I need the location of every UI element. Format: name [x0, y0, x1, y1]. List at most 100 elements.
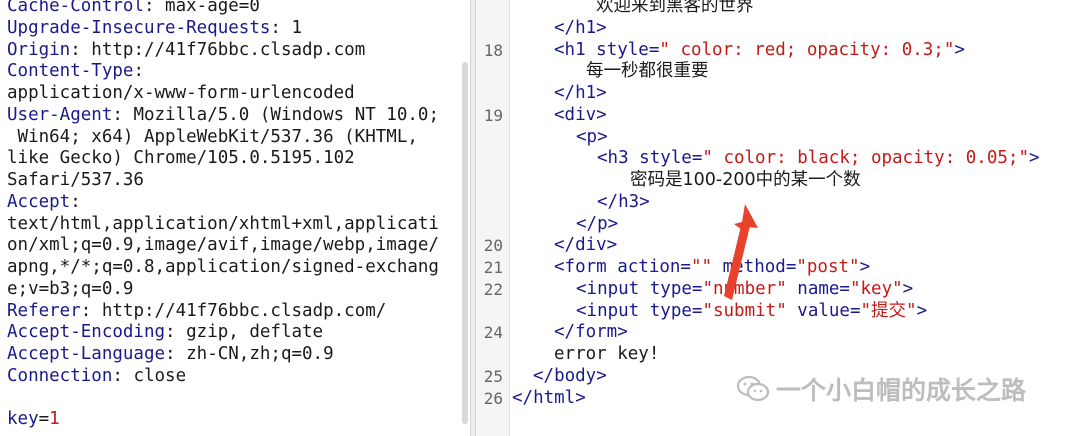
- header-value: http://41f76bbc.clsadp.com: [80, 39, 366, 60]
- code-tag: >: [1029, 148, 1040, 169]
- line-number: [476, 18, 509, 40]
- code-line: 密码是100-200中的某一个数: [512, 170, 1080, 192]
- code-string: "": [690, 257, 713, 277]
- request-line: application/x-www-form-urlencoded: [7, 83, 459, 105]
- code-line: 欢迎来到黑客的世界: [512, 0, 1080, 18]
- header-value: on/xml;q=0.9,image/avif,image/webp,image…: [7, 235, 439, 256]
- line-number: 24: [483, 323, 503, 343]
- line-number-gutter: 18 19 20 21 22 24 25 26: [476, 0, 510, 436]
- code-attr: type=: [649, 300, 703, 321]
- code-string: "提交": [860, 300, 917, 321]
- header-name: Referer: [7, 300, 81, 321]
- code-tag: <input: [576, 300, 650, 321]
- annotation-arrow: [724, 204, 758, 300]
- line-number: [476, 170, 509, 192]
- header-colon: :: [70, 39, 81, 60]
- line-number: [476, 0, 509, 18]
- request-line: Accept-Encoding: gzip, deflate: [7, 322, 459, 344]
- line-number: [476, 83, 509, 105]
- header-colon: :: [133, 61, 144, 82]
- request-headers[interactable]: Cache-Control: max-age=0 Upgrade-Insecure…: [7, 0, 459, 431]
- header-name: Accept-Language: [7, 344, 166, 364]
- header-value: e;v=b3;q=0.9: [7, 278, 134, 299]
- code-tag: </body>: [533, 365, 607, 386]
- line-number: 25: [483, 366, 503, 386]
- header-name: Origin: [7, 39, 71, 60]
- header-colon: :: [165, 322, 176, 343]
- request-line: like Gecko) Chrome/105.0.5195.102: [7, 148, 459, 170]
- code-tag: <h3: [597, 148, 640, 169]
- watermark: 一个小白帽的成长之路: [736, 372, 1026, 406]
- line-number: 21: [483, 258, 503, 277]
- line-number: [476, 61, 509, 83]
- request-scrollbar[interactable]: [462, 62, 468, 424]
- line-number: [476, 192, 509, 214]
- wechat-icon: [736, 375, 770, 402]
- header-name: Connection: [7, 365, 113, 386]
- header-value: 1: [280, 17, 303, 38]
- code-tag: <div>: [554, 104, 607, 125]
- header-value: close: [122, 365, 187, 386]
- request-line: User-Agent: Mozilla/5.0 (Windows NT 10.0…: [7, 105, 459, 127]
- body-key: key: [7, 409, 39, 430]
- header-value: application/x-www-form-urlencoded: [7, 83, 355, 103]
- request-line: on/xml;q=0.9,image/avif,image/webp,image…: [7, 235, 459, 257]
- line-number: 18: [483, 40, 503, 60]
- line-number: [476, 127, 509, 149]
- code-attr: style=: [596, 39, 660, 60]
- code-line: <h3 style=" color: black; opacity: 0.05;…: [512, 148, 1080, 170]
- line-number: [476, 344, 509, 366]
- request-line: Cache-Control: max-age=0: [7, 0, 459, 18]
- code-tag: </html>: [512, 387, 586, 408]
- code-line: </div>: [512, 235, 1080, 257]
- header-name: Accept-Encoding: [7, 322, 166, 343]
- header-value: Mozilla/5.0 (Windows NT 10.0;: [122, 104, 439, 125]
- header-name: Upgrade-Insecure-Requests: [7, 17, 271, 38]
- header-value: zh-CN,zh;q=0.9: [175, 344, 334, 364]
- header-colon: :: [112, 365, 123, 386]
- code-text: 每一秒都很重要: [586, 61, 709, 82]
- code-line: <p>: [512, 127, 1080, 149]
- header-colon: :: [270, 17, 281, 38]
- header-value: max-age=0: [154, 0, 260, 16]
- code-tag: <form: [554, 257, 618, 277]
- code-tag: >: [902, 278, 914, 299]
- code-line: 每一秒都很重要: [512, 61, 1080, 83]
- response-code[interactable]: 欢迎来到黑客的世界 </h1> <h1 style=" color: red; …: [512, 0, 1080, 409]
- body-value: 1: [49, 409, 60, 430]
- code-line: <div>: [512, 105, 1080, 127]
- request-line: Connection: close: [7, 366, 459, 388]
- header-value: Win64; x64) AppleWebKit/537.36 (KHTML,: [7, 126, 418, 147]
- code-tag: </div>: [554, 235, 618, 256]
- code-tag: </h3>: [597, 191, 650, 212]
- code-tag: <p>: [576, 126, 608, 147]
- request-line: Accept-Language: zh-CN,zh;q=0.9: [7, 344, 459, 366]
- code-tag: <h1: [554, 39, 597, 60]
- code-line: error key!: [512, 344, 1080, 366]
- code-string: "post": [796, 257, 860, 277]
- body-eq: =: [38, 409, 50, 430]
- code-string: " color: black; opacity: 0.05;": [702, 148, 1029, 169]
- request-line: e;v=b3;q=0.9: [7, 279, 459, 301]
- code-string: "key": [849, 278, 903, 299]
- code-attr: action=: [617, 257, 691, 277]
- request-pane[interactable]: Cache-Control: max-age=0 Upgrade-Insecure…: [0, 0, 470, 436]
- code-attr: value=: [786, 300, 861, 321]
- watermark-text: 一个小白帽的成长之路: [776, 376, 1027, 405]
- request-line: text/html,application/xhtml+xml,applicat…: [7, 214, 459, 236]
- line-number: 20: [483, 236, 503, 256]
- code-tag: </h1>: [554, 17, 607, 38]
- code-tag: </form>: [554, 322, 628, 343]
- code-tag: >: [916, 300, 928, 321]
- header-name: Cache-Control: [7, 0, 144, 16]
- request-line: Content-Type:: [7, 61, 459, 83]
- header-value: like Gecko) Chrome/105.0.5195.102: [7, 148, 355, 169]
- request-line: Origin: http://41f76bbc.clsadp.com: [7, 40, 459, 62]
- code-line: <input type="submit" value="提交">: [512, 301, 1080, 323]
- code-line: </h1>: [512, 18, 1080, 40]
- header-colon: :: [143, 0, 155, 16]
- request-body[interactable]: key=1: [7, 409, 459, 431]
- code-line: </p>: [512, 214, 1080, 236]
- code-tag: >: [954, 39, 965, 60]
- code-attr: type=: [649, 278, 703, 299]
